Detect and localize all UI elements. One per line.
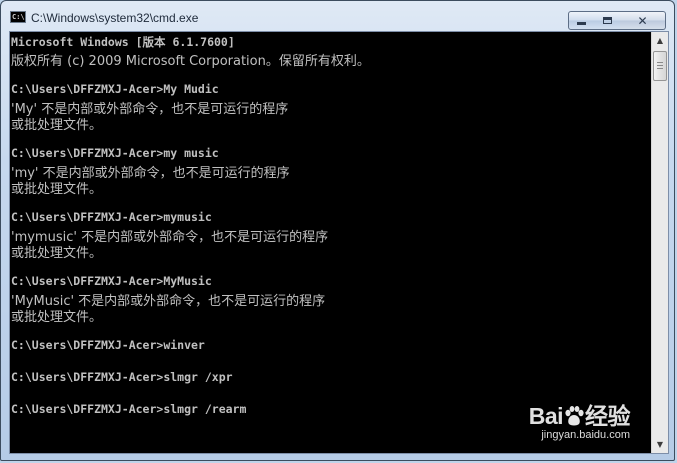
cmd-icon[interactable]: C:\ bbox=[10, 11, 26, 23]
thumb-grip bbox=[657, 62, 663, 63]
console-area[interactable]: Microsoft Windows [版本 6.1.7600] 版权所有 (c) … bbox=[9, 31, 669, 454]
close-icon: ✕ bbox=[637, 13, 648, 28]
console-line: C:\Users\DFFZMXJ-Acer>slmgr /xpr bbox=[11, 370, 233, 384]
console-line: 'MyMusic' 不是内部或外部命令，也不是可运行的程序 bbox=[11, 294, 326, 309]
watermark-url: jingyan.baidu.com bbox=[541, 429, 630, 441]
logo-right-text: 经验 bbox=[585, 403, 631, 429]
vertical-scrollbar[interactable]: ▲ ▼ bbox=[651, 32, 668, 453]
console-line: C:\Users\DFFZMXJ-Acer>winver bbox=[11, 338, 205, 352]
maximize-icon bbox=[602, 17, 612, 24]
scroll-up-arrow-icon[interactable]: ▲ bbox=[652, 32, 668, 49]
minimize-button[interactable] bbox=[568, 11, 595, 30]
thumb-grip bbox=[657, 65, 663, 66]
thumb-grip bbox=[657, 68, 663, 69]
console-line: C:\Users\DFFZMXJ-Acer>mymusic bbox=[11, 210, 212, 224]
logo-left-text: Bai bbox=[528, 403, 564, 429]
console-line: 'my' 不是内部或外部命令，也不是可运行的程序 bbox=[11, 166, 290, 181]
watermark-logo: Bai 经验 bbox=[528, 397, 631, 431]
console-output[interactable]: Microsoft Windows [版本 6.1.7600] 版权所有 (c) … bbox=[10, 32, 651, 453]
cmd-window: C:\ C:\Windows\system32\cmd.exe ✕ Micros… bbox=[0, 0, 675, 461]
console-line: C:\Users\DFFZMXJ-Acer>MyMusic bbox=[11, 274, 212, 288]
console-line: 'My' 不是内部或外部命令，也不是可运行的程序 bbox=[11, 102, 289, 117]
console-line: 版权所有 (c) 2009 Microsoft Corporation。保留所有… bbox=[11, 54, 370, 69]
console-line: 'mymusic' 不是内部或外部命令，也不是可运行的程序 bbox=[11, 230, 329, 245]
close-button[interactable]: ✕ bbox=[620, 11, 666, 30]
minimize-icon bbox=[577, 22, 586, 25]
maximize-button[interactable] bbox=[594, 11, 621, 30]
scroll-down-arrow-icon[interactable]: ▼ bbox=[652, 436, 668, 453]
scroll-thumb[interactable] bbox=[653, 51, 667, 81]
console-line: C:\Users\DFFZMXJ-Acer>My Mudic bbox=[11, 82, 219, 96]
console-line: Microsoft Windows [版本 6.1.7600] bbox=[11, 35, 235, 49]
baidu-jingyan-watermark: Bai 经验 jingyan.baidu.com bbox=[500, 397, 631, 441]
console-line: C:\Users\DFFZMXJ-Acer>my music bbox=[11, 146, 219, 160]
baidu-paw-icon bbox=[565, 406, 584, 426]
window-title: C:\Windows\system32\cmd.exe bbox=[31, 11, 199, 25]
title-bar[interactable]: C:\ C:\Windows\system32\cmd.exe ✕ bbox=[1, 1, 674, 31]
